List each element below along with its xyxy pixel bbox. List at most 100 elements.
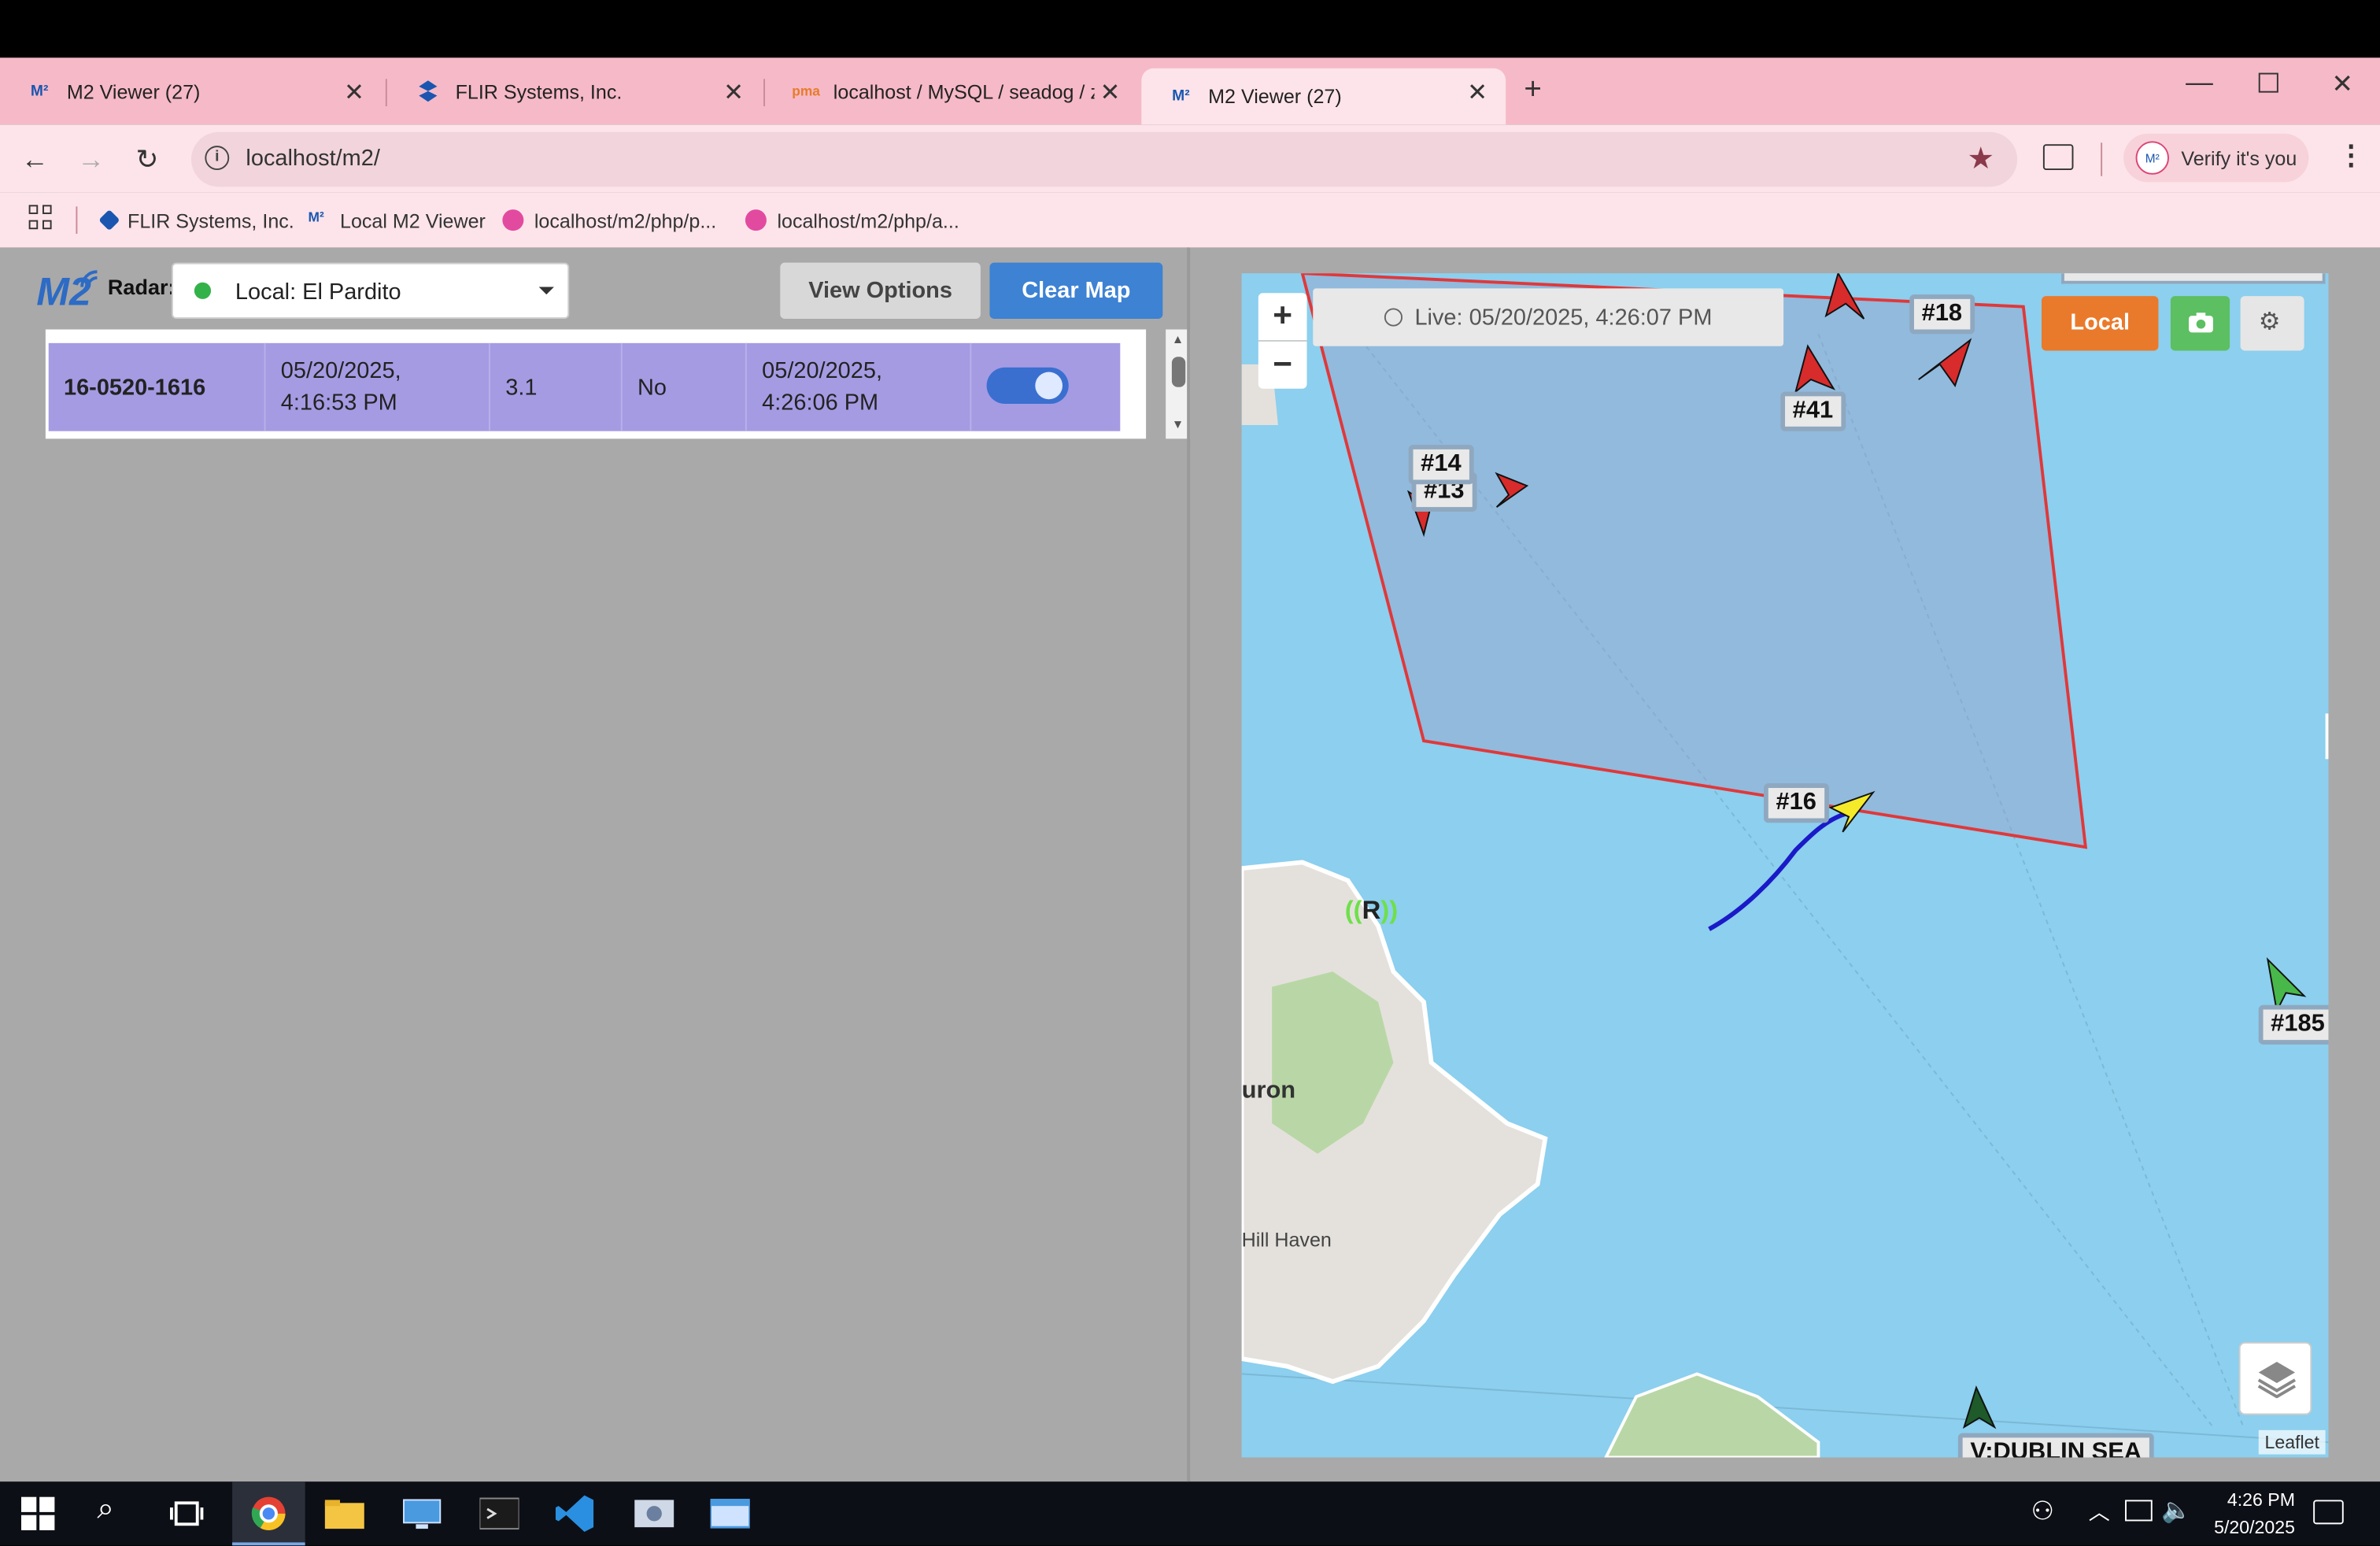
chrome-icon (251, 1496, 286, 1531)
minimize-icon[interactable]: — (2186, 67, 2213, 99)
settings-app-icon[interactable] (634, 1492, 680, 1535)
back-icon[interactable]: ← (15, 139, 54, 179)
radar-marker-text: R (1362, 895, 1381, 925)
local-button[interactable]: Local (2041, 296, 2159, 351)
zoom-in-button[interactable]: + (1258, 293, 1307, 342)
signal-right-icon: )) (1380, 895, 1399, 925)
end-time: 4:26:06 PM (762, 390, 879, 416)
people-icon[interactable]: ⚇ (2031, 1497, 2053, 1528)
toolbar-separator (2101, 142, 2103, 176)
profile-verify-chip[interactable]: M² Verify it's you (2123, 133, 2309, 183)
close-icon[interactable]: ✕ (723, 77, 744, 108)
windows-taskbar: ⌕ ⚇ ︿ 🔈 4:26 PM 5/20/2025 (0, 1481, 2380, 1546)
live-status-bar: Live: 05/20/2025, 4:26:07 PM (1313, 288, 1784, 346)
address-bar[interactable]: i localhost/m2/ ★ (191, 131, 2018, 187)
tab-separator (385, 79, 387, 107)
bookmarks-bar: FLIR Systems, Inc. M² Local M2 Viewer lo… (0, 192, 2380, 250)
value-cell: 3.1 (490, 342, 623, 431)
radar-selected-value: Local: El Pardito (235, 279, 401, 305)
map-overlay-tab[interactable] (2061, 273, 2326, 284)
signal-icon (80, 270, 98, 287)
profile-label: Verify it's you (2181, 146, 2297, 170)
radar-select[interactable]: Local: El Pardito (171, 262, 570, 320)
bookmark-star-icon[interactable]: ★ (1967, 139, 1994, 177)
profile-avatar-icon: M² (2135, 141, 2169, 175)
close-icon[interactable]: ✕ (1467, 77, 1488, 108)
notifications-icon[interactable] (2313, 1500, 2344, 1525)
screen: M² M2 Viewer (27) ✕ FLIR Systems, Inc. ✕… (0, 0, 2380, 1546)
layers-control[interactable] (2238, 1341, 2312, 1415)
target-label[interactable]: #41 (1780, 391, 1846, 431)
task-view-icon[interactable] (170, 1492, 216, 1535)
map-canvas (1241, 273, 2329, 1458)
bookmark-php-p[interactable]: localhost/m2/php/p... (502, 203, 716, 236)
bookmark-label: Local M2 Viewer (340, 209, 486, 232)
live-status-text: Live: 05/20/2025, 4:26:07 PM (1414, 304, 1713, 331)
zoom-out-button[interactable]: − (1258, 341, 1307, 389)
new-tab-icon[interactable]: + (1524, 73, 1542, 108)
leaflet-attribution[interactable]: Leaflet (2258, 1429, 2326, 1455)
site-info-icon[interactable]: i (205, 146, 230, 171)
radar-label: Radar: (107, 275, 176, 299)
volume-icon[interactable]: 🔈 (2161, 1496, 2191, 1526)
close-icon[interactable]: ✕ (1099, 77, 1120, 108)
bookmark-local-m2[interactable]: M² Local M2 Viewer (309, 203, 486, 236)
network-icon[interactable] (2125, 1500, 2153, 1522)
snapshot-button[interactable] (2170, 296, 2230, 351)
target-label[interactable]: #16 (1764, 783, 1829, 823)
tab-m2-viewer-active[interactable]: M² M2 Viewer (27) ✕ (1141, 68, 1506, 125)
forward-icon[interactable]: → (72, 139, 111, 179)
menu-kebab-icon[interactable]: ⋮ (2338, 139, 2365, 172)
signal-left-icon: (( (1344, 895, 1362, 925)
file-explorer-icon[interactable] (324, 1492, 371, 1535)
radar-map[interactable]: + − Live: 05/20/2025, 4:26:07 PM #18 #41… (1241, 273, 2329, 1458)
clock-time: 4:26 PM (2227, 1489, 2296, 1511)
start-date: 05/20/2025, (280, 358, 401, 384)
radar-site-marker[interactable]: ((R)) (1345, 896, 1398, 926)
settings-button[interactable]: ⚙ (2240, 296, 2304, 351)
target-label[interactable]: V:DUBLIN SEA (1957, 1433, 2154, 1458)
place-label: uron (1241, 1078, 1296, 1104)
restore-icon[interactable] (2258, 72, 2278, 93)
track-list-panel: M2 Radar: Local: El Pardito View Options… (0, 247, 1209, 1482)
tab-search-icon[interactable] (2042, 144, 2074, 171)
reload-icon[interactable]: ↻ (128, 139, 167, 179)
place-label: Hill Haven (1241, 1228, 1332, 1252)
end-time-cell: 05/20/2025, 4:26:06 PM (747, 342, 972, 431)
target-label[interactable]: #14 (1408, 445, 1474, 485)
close-window-icon[interactable]: ✕ (2331, 70, 2352, 101)
target-label[interactable]: #18 (1909, 294, 1975, 335)
target-label[interactable]: #185 (2258, 1004, 2329, 1045)
chevron-up-icon[interactable]: ︿ (2089, 1497, 2110, 1528)
bookmark-php-a[interactable]: localhost/m2/php/a... (745, 203, 959, 236)
search-icon[interactable]: ⌕ (97, 1492, 142, 1535)
scroll-thumb[interactable] (1171, 357, 1186, 387)
apps-grid-icon[interactable] (28, 205, 54, 229)
chrome-taskbar-button[interactable] (232, 1481, 305, 1546)
track-table: 16-0520-1616 05/20/2025, 4:16:53 PM 3.1 … (45, 329, 1192, 439)
close-icon[interactable]: ✕ (344, 77, 364, 108)
tab-title: localhost / MySQL / seadog / z (833, 80, 1095, 103)
track-id-cell: 16-0520-1616 (49, 342, 266, 431)
view-options-button[interactable]: View Options (780, 262, 981, 320)
bookmark-label: FLIR Systems, Inc. (128, 209, 294, 232)
url-text: localhost/m2/ (246, 146, 380, 172)
remote-desktop-icon[interactable] (401, 1492, 446, 1535)
tab-phpmyadmin[interactable]: pma localhost / MySQL / seadog / z ✕ (767, 68, 1139, 114)
clear-map-button[interactable]: Clear Map (989, 262, 1163, 320)
terminal-icon[interactable] (479, 1492, 525, 1535)
tab-flir-systems[interactable]: FLIR Systems, Inc. ✕ (389, 68, 762, 114)
windows-start-icon[interactable] (21, 1492, 67, 1535)
taskbar-clock[interactable]: 4:26 PM 5/20/2025 (2204, 1486, 2295, 1540)
track-visible-toggle[interactable] (986, 367, 1069, 405)
clock-date: 5/20/2025 (2214, 1516, 2296, 1538)
window-app-icon[interactable] (709, 1492, 756, 1535)
vscode-icon[interactable] (555, 1492, 601, 1535)
scroll-down-icon[interactable]: ▼ (1172, 417, 1184, 431)
web-favicon-icon (502, 209, 524, 231)
toggle-cell (971, 343, 1120, 431)
bookmark-flir[interactable]: FLIR Systems, Inc. (98, 203, 294, 236)
tab-m2-viewer-1[interactable]: M² M2 Viewer (27) ✕ (0, 68, 382, 114)
table-row[interactable]: 16-0520-1616 05/20/2025, 4:16:53 PM 3.1 … (48, 342, 1121, 431)
scroll-up-icon[interactable]: ▲ (1172, 332, 1184, 346)
